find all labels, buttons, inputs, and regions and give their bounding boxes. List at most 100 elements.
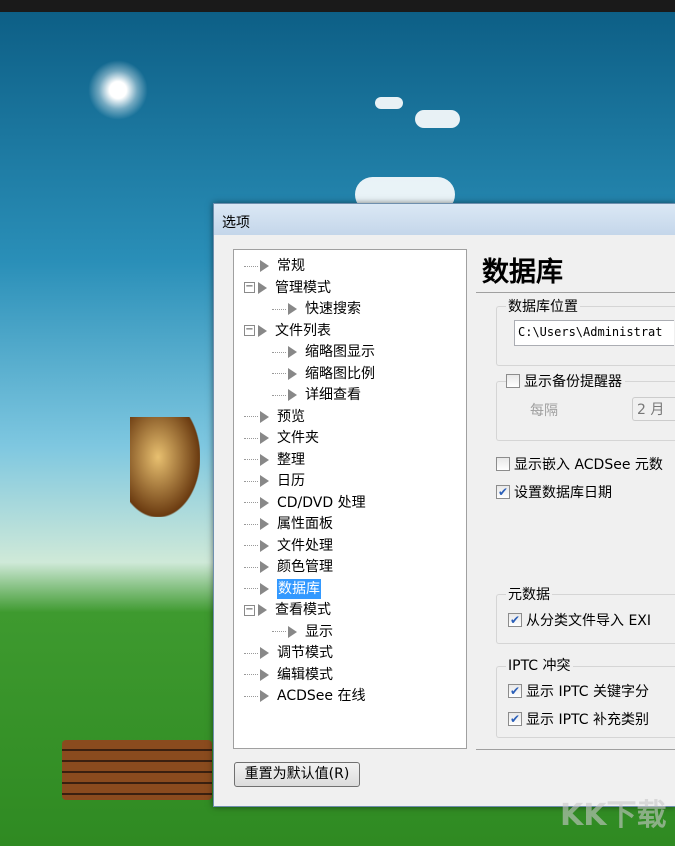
bench: [62, 740, 212, 800]
import-exif-checkbox[interactable]: ✔ 从分类文件导入 EXI: [508, 610, 651, 630]
tree-item-label: 预览: [277, 408, 305, 425]
triangle-icon: [260, 260, 269, 272]
tree-line: [244, 437, 258, 439]
metadata-label: 元数据: [506, 584, 552, 604]
tree-item[interactable]: − 查看模式: [244, 600, 331, 620]
tree-item[interactable]: − 管理模式: [244, 278, 331, 298]
tree-item-label: 快速搜索: [305, 301, 361, 317]
tree-line: [244, 588, 258, 589]
tree-item[interactable]: 缩略图显示: [272, 342, 375, 362]
triangle-icon: [288, 625, 297, 638]
tree-line: [244, 480, 258, 482]
cloud: [375, 97, 403, 109]
tree-item-label: 详细查看: [305, 387, 361, 403]
sun: [88, 60, 148, 120]
tree-line: [244, 416, 258, 417]
set-db-date-checkbox[interactable]: ✔ 设置数据库日期: [496, 482, 612, 502]
tree-item[interactable]: 预览: [244, 407, 305, 427]
tree-item[interactable]: 快速搜索: [272, 299, 361, 319]
triangle-icon: [258, 604, 267, 616]
every-label: 每隔: [530, 403, 558, 419]
checkbox-box: ✔: [508, 712, 522, 726]
tree-item-label: 显示: [305, 623, 333, 640]
tree-item[interactable]: 颜色管理: [244, 557, 333, 577]
tree-item-label: 文件处理: [277, 537, 333, 554]
tree-item[interactable]: 数据库: [244, 578, 321, 599]
db-path-input[interactable]: C:\Users\Administrat: [514, 320, 674, 346]
dialog-title: 选项: [214, 204, 675, 235]
tree-item[interactable]: 常规: [244, 256, 305, 276]
backup-reminder-checkbox[interactable]: 显示备份提醒器: [506, 371, 625, 391]
tree-line: [244, 695, 258, 697]
tree-line: [244, 674, 258, 675]
interval-select[interactable]: 2 月: [632, 397, 675, 421]
tree-item-label: 文件夹: [277, 430, 319, 446]
tree-item[interactable]: − 文件列表: [244, 321, 331, 341]
db-location-label: 数据库位置: [506, 296, 580, 316]
tree-line: [244, 502, 258, 503]
tree-item-label: 缩略图比例: [305, 365, 375, 382]
collapse-icon[interactable]: −: [244, 282, 255, 293]
tree-item-label: 调节模式: [277, 645, 333, 661]
tree-item-label: 数据库: [277, 578, 321, 599]
tree-item-label: 编辑模式: [277, 666, 333, 683]
triangle-icon: [260, 690, 269, 702]
tree-item[interactable]: 属性面板: [244, 514, 333, 534]
tree-item[interactable]: 缩略图比例: [272, 364, 375, 384]
triangle-icon: [288, 303, 297, 315]
checkbox-box: ✔: [496, 485, 510, 499]
tree-item[interactable]: 日历: [244, 471, 305, 491]
tree-line: [244, 545, 258, 546]
tree-item-label: 文件列表: [275, 322, 331, 339]
show-embedded-checkbox[interactable]: 显示嵌入 ACDSee 元数: [496, 454, 663, 474]
reset-defaults-button[interactable]: 重置为默认值(R): [234, 762, 360, 787]
tree-item[interactable]: 编辑模式: [244, 665, 333, 685]
tree-item-label: 属性面板: [277, 516, 333, 532]
iptc-label: IPTC 冲突: [506, 655, 573, 675]
tree-item-label: 查看模式: [275, 602, 331, 618]
divider: [476, 749, 675, 750]
tree-item-label: 日历: [277, 473, 305, 489]
tree-item[interactable]: ACDSee 在线: [244, 686, 365, 706]
triangle-icon: [260, 561, 269, 573]
tree-item[interactable]: 整理: [244, 450, 305, 470]
triangle-icon: [260, 647, 269, 659]
tree-item-label: 颜色管理: [277, 559, 333, 575]
triangle-icon: [260, 453, 269, 466]
tree-item[interactable]: 文件夹: [244, 428, 319, 448]
tree-line: [272, 308, 286, 310]
panel-heading: 数据库: [482, 257, 563, 288]
checkbox-box: [496, 457, 510, 471]
triangle-icon: [260, 582, 269, 595]
database-panel: 数据库 数据库位置 C:\Users\Administrat 显示备份提醒器 每…: [476, 244, 675, 750]
tree-item[interactable]: 调节模式: [244, 643, 333, 663]
triangle-icon: [260, 496, 269, 509]
butterfly: [130, 417, 200, 517]
tree-item[interactable]: CD/DVD 处理: [244, 493, 366, 513]
tree-line: [272, 631, 286, 632]
tree-item[interactable]: 详细查看: [272, 385, 361, 405]
tree-item-label: 管理模式: [275, 279, 331, 296]
tree-line: [272, 394, 286, 396]
options-tree[interactable]: 常规 − 管理模式快速搜索 − 文件列表缩略图显示缩略图比例详细查看 预览文件夹整理日历 C…: [233, 249, 467, 749]
tree-item-label: ACDSee 在线: [277, 688, 366, 704]
triangle-icon: [288, 389, 297, 401]
triangle-icon: [260, 518, 269, 530]
iptc-keywords-checkbox[interactable]: ✔ 显示 IPTC 关键字分: [508, 681, 649, 701]
tree-line: [272, 351, 286, 353]
tree-item-label: 整理: [277, 451, 305, 468]
tree-item-label: 常规: [277, 258, 305, 274]
tree-item-label: 缩略图显示: [305, 344, 375, 360]
tree-line: [272, 373, 286, 374]
tree-item[interactable]: 显示: [272, 622, 333, 642]
options-dialog: 选项 常规 − 管理模式快速搜索 − 文件列表缩略图显示缩略图比例详细查看 预览文件夹整理…: [213, 203, 675, 807]
collapse-icon[interactable]: −: [244, 325, 255, 336]
triangle-icon: [258, 281, 267, 294]
divider: [476, 292, 675, 293]
iptc-categories-checkbox[interactable]: ✔ 显示 IPTC 补充类别: [508, 709, 649, 729]
tree-item[interactable]: 文件处理: [244, 536, 333, 556]
tree-line: [244, 523, 258, 525]
collapse-icon[interactable]: −: [244, 604, 255, 616]
triangle-icon: [288, 346, 297, 358]
watermark: KK下载: [560, 798, 667, 833]
